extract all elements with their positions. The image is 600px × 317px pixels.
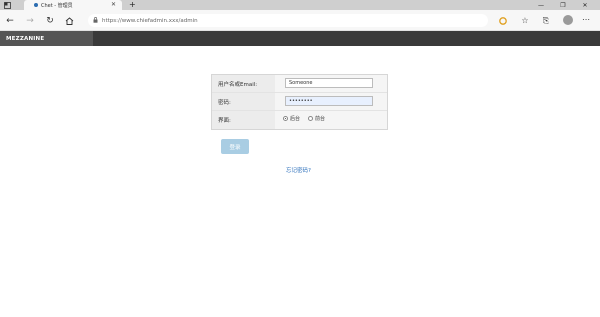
login-form: 用户名或Email: 密码: 界面: 后台 前台 [211,74,388,130]
refresh-icon[interactable]: ↻ [44,15,56,26]
interface-cell: 后台 前台 [275,111,387,129]
collections-icon[interactable]: ⎘ [540,15,552,26]
brand-logo[interactable]: MEZZANINE [0,31,93,46]
forgot-password-link[interactable]: 忘记密码? [286,166,311,174]
more-menu-icon[interactable]: ⋯ [582,14,590,25]
forward-button[interactable]: → [24,15,36,26]
minimize-button[interactable]: — [530,0,552,10]
radio-admin[interactable] [283,116,288,121]
address-bar[interactable]: https://www.chiefadmin.xxx/admin [88,14,488,27]
maximize-button[interactable]: ❐ [552,0,574,10]
password-label: 密码: [212,93,275,110]
interface-radio-group: 后台 前台 [283,115,333,122]
close-window-button[interactable]: ✕ [574,0,596,10]
back-button[interactable]: ← [4,15,16,26]
username-cell [275,75,387,92]
login-button[interactable]: 登录 [221,139,249,154]
username-label: 用户名或Email: [212,75,275,92]
username-row: 用户名或Email: [212,75,387,93]
username-input[interactable] [285,78,373,88]
new-tab-button[interactable]: + [129,0,136,10]
radio-admin-label: 后台 [290,116,301,122]
extension-icon[interactable] [497,15,509,26]
tab-close-icon[interactable]: ✕ [111,1,116,9]
window-controls: — ❐ ✕ [530,0,596,10]
favicon-icon [34,3,38,7]
favorites-star-icon[interactable]: ☆ [519,15,531,26]
interface-label: 界面: [212,111,275,129]
tab-title: Chet - 管理员 [41,2,73,9]
tab-actions-icon[interactable] [3,1,11,9]
password-input[interactable] [285,96,373,106]
radio-frontend-label: 前台 [315,116,326,122]
radio-frontend[interactable] [308,116,314,121]
avatar[interactable] [563,15,573,25]
browser-tab[interactable]: Chet - 管理员 ✕ [24,0,122,10]
password-cell [275,93,387,110]
url-text: https://www.chiefadmin.xxx/admin [102,17,198,24]
password-row: 密码: [212,93,387,111]
home-icon[interactable] [63,15,75,26]
browser-toolbar: ← → ↻ https://www.chiefadmin.xxx/admin ☆… [0,10,600,31]
app-header: MEZZANINE [0,31,600,46]
lock-icon [93,17,98,23]
interface-row: 界面: 后台 前台 [212,111,387,129]
browser-tab-strip: Chet - 管理员 ✕ + — ❐ ✕ [0,0,600,10]
